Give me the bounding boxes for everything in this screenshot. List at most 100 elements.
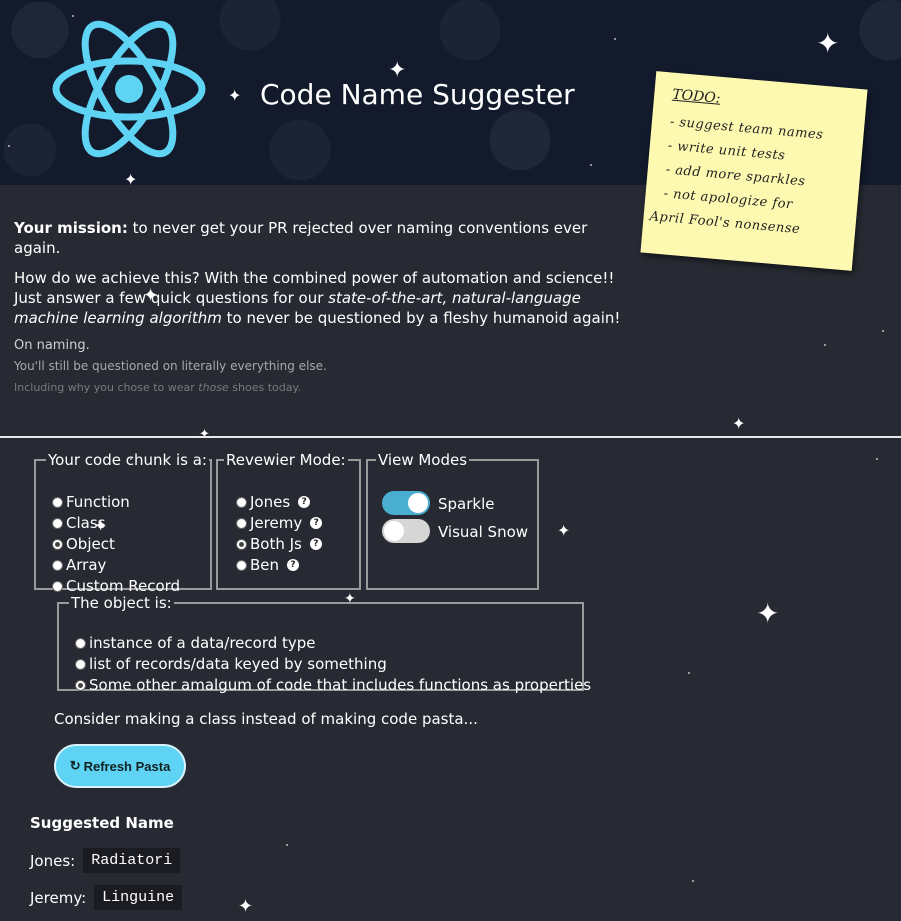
star-dot-icon [286, 844, 288, 846]
code-chunk-option-array[interactable]: Array [52, 556, 106, 574]
toggle-knob [408, 493, 428, 513]
fine-print-3c: shoes today. [228, 381, 301, 394]
react-atom-logo-icon [52, 20, 206, 158]
option-label: Class [66, 514, 106, 532]
fine-print-2: You'll still be questioned on literally … [14, 359, 327, 373]
help-icon[interactable]: ? [287, 559, 300, 571]
code-chunk-legend: Your code chunk is a: [48, 451, 207, 469]
star-dot-icon [824, 344, 826, 346]
object-option-instance[interactable]: instance of a data/record type [75, 634, 316, 652]
option-label: Array [66, 556, 107, 574]
option-label: Ben [250, 556, 280, 574]
sparkle-toggle[interactable] [382, 491, 430, 515]
suggested-name-title: Suggested Name [30, 814, 174, 832]
todo-item: - not apologize for [663, 186, 794, 213]
radio-button[interactable] [75, 658, 86, 670]
object-option-list[interactable]: list of records/data keyed by something [75, 655, 387, 673]
option-label: Jones [250, 493, 291, 511]
todo-item: - suggest team names [669, 114, 824, 143]
suggested-name-value: Radiatori [83, 848, 181, 873]
radio-button[interactable] [236, 496, 247, 508]
todo-sticky-note: TODO: - suggest team names - write unit … [640, 71, 868, 271]
option-label: Custom Record [66, 577, 181, 595]
object-option-other[interactable]: Some other amalgum of code that includes… [75, 676, 591, 694]
option-label: Function [66, 493, 130, 511]
suggestion-label: Jeremy: [30, 888, 87, 907]
method-text-2: to never be questioned by a fleshy human… [221, 309, 621, 327]
star-dot-icon [590, 164, 592, 166]
star-dot-icon [882, 330, 884, 332]
reviewer-option-ben[interactable]: Ben? [236, 556, 300, 574]
todo-item: April Fool's nonsense [648, 209, 801, 238]
code-chunk-option-function[interactable]: Function [52, 493, 130, 511]
radio-button[interactable] [52, 517, 63, 529]
radio-button[interactable] [236, 517, 247, 529]
radio-button[interactable] [52, 496, 63, 508]
reviewer-mode-legend: Revewier Mode: [226, 451, 346, 469]
radio-button-selected[interactable] [236, 538, 247, 550]
advice-text: Consider making a class instead of makin… [54, 710, 478, 728]
help-icon[interactable]: ? [298, 496, 311, 508]
visual-snow-label: Visual Snow [438, 523, 529, 541]
suggested-name-value: Linguine [94, 885, 183, 910]
radio-button[interactable] [52, 580, 63, 592]
refresh-label: Refresh Pasta [83, 758, 171, 774]
fine-print-3b: those [198, 381, 229, 394]
star-dot-icon [876, 458, 878, 460]
reviewer-mode-fieldset: Revewier Mode: Jones? Jeremy? Both Js? B… [216, 451, 361, 590]
code-chunk-option-object[interactable]: Object [52, 535, 115, 553]
intro-text: Your mission: to never get your PR rejec… [14, 218, 634, 328]
option-label: list of records/data keyed by something [89, 655, 387, 673]
reviewer-option-jones[interactable]: Jones? [236, 493, 311, 511]
mission-statement: Your mission: to never get your PR rejec… [14, 218, 634, 258]
fine-print-3: Including why you chose to wear those sh… [14, 381, 301, 394]
radio-button-selected[interactable] [52, 538, 63, 550]
reviewer-option-jeremy[interactable]: Jeremy? [236, 514, 323, 532]
star-dot-icon [614, 38, 616, 40]
toggle-knob [384, 521, 404, 541]
page-title: Code Name Suggester [260, 78, 575, 111]
mission-label: Your mission: [14, 219, 128, 237]
fine-print-1: On naming. [14, 338, 90, 353]
suggestion-label: Jones: [30, 851, 76, 870]
reviewer-option-both-js[interactable]: Both Js? [236, 535, 322, 553]
star-dot-icon [72, 15, 74, 17]
todo-item: - write unit tests [667, 138, 786, 164]
help-icon[interactable]: ? [309, 538, 322, 550]
star-dot-icon [130, 458, 132, 460]
star-dot-icon [692, 880, 694, 882]
todo-item: - add more sparkles [665, 162, 806, 190]
sparkle-icon: ✦ [732, 414, 746, 433]
radio-button[interactable] [52, 559, 63, 571]
suggestion-row-jeremy: Jeremy: Linguine [30, 885, 183, 910]
radio-button-selected[interactable] [75, 679, 86, 691]
refresh-pasta-button[interactable]: ↻ Refresh Pasta [54, 744, 186, 788]
code-chunk-option-custom-record[interactable]: Custom Record [52, 577, 180, 595]
option-label: Some other amalgum of code that includes… [89, 676, 592, 694]
section-divider [0, 436, 901, 438]
option-label: Jeremy [250, 514, 303, 532]
sparkle-icon: ✦ [199, 427, 210, 442]
sparkle-icon: ✦ [756, 597, 780, 630]
visual-snow-toggle[interactable] [382, 519, 430, 543]
object-type-legend: The object is: [71, 594, 172, 612]
sparkle-icon: ✦ [557, 521, 571, 540]
sparkle-icon: ✦ [238, 896, 254, 917]
star-dot-icon [688, 672, 690, 674]
method-paragraph: How do we achieve this? With the combine… [14, 268, 634, 328]
todo-heading: TODO: [671, 86, 722, 107]
radio-button[interactable] [236, 559, 247, 571]
sparkle-label: Sparkle [438, 495, 495, 513]
object-type-fieldset: The object is: instance of a data/record… [57, 594, 591, 694]
help-icon[interactable]: ? [310, 517, 323, 529]
star-dot-icon [8, 145, 10, 147]
view-modes-fieldset: View Modes Sparkle Visual Snow [366, 451, 539, 590]
code-chunk-fieldset: Your code chunk is a: Function Class Obj… [34, 451, 212, 595]
radio-button[interactable] [75, 637, 86, 649]
option-label: Object [66, 535, 115, 553]
suggestion-row-jones: Jones: Radiatori [30, 848, 181, 873]
fine-print-3a: Including why you chose to wear [14, 381, 199, 394]
view-modes-legend: View Modes [378, 451, 468, 469]
code-chunk-option-class[interactable]: Class [52, 514, 105, 532]
option-label: instance of a data/record type [89, 634, 316, 652]
